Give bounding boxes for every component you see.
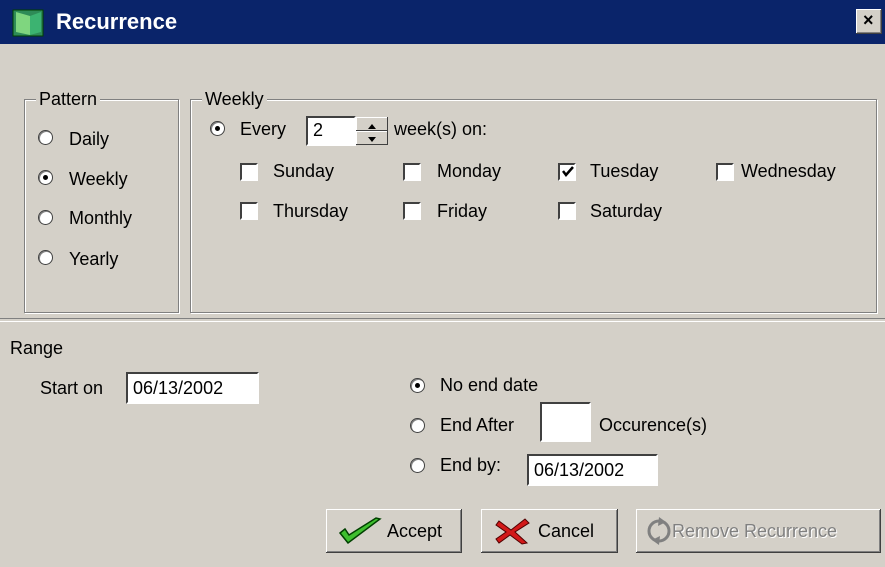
close-icon: × — [863, 10, 874, 30]
saturday-checkbox[interactable] — [558, 202, 576, 220]
pattern-monthly-radio[interactable] — [38, 210, 53, 225]
no-end-date-label[interactable]: No end date — [440, 374, 538, 396]
pattern-yearly-radio[interactable] — [38, 250, 53, 265]
window-title: Recurrence — [56, 9, 178, 34]
accept-button[interactable]: Accept — [326, 509, 462, 553]
cancel-label: Cancel — [538, 521, 595, 541]
wednesday-checkbox[interactable] — [716, 163, 734, 181]
every-weeks-input[interactable]: 2 — [306, 116, 356, 146]
end-by-radio[interactable] — [410, 458, 425, 473]
start-on-label: Start on — [40, 378, 104, 398]
arrow-down-icon — [368, 137, 376, 142]
pattern-legend: Pattern — [36, 89, 101, 109]
x-cancel-icon — [495, 518, 530, 545]
start-date-input[interactable]: 06/13/2002 — [126, 372, 259, 404]
no-end-date-radio[interactable] — [410, 378, 425, 393]
pattern-daily-label[interactable]: Daily — [69, 128, 109, 150]
end-by-date-input[interactable]: 06/13/2002 — [527, 454, 658, 486]
pattern-yearly-label[interactable]: Yearly — [69, 248, 118, 270]
recurrence-icon — [647, 517, 671, 545]
end-by-label[interactable]: End by: — [440, 454, 501, 476]
pattern-weekly-label[interactable]: Weekly — [69, 168, 128, 190]
tuesday-checkbox[interactable] — [558, 163, 576, 181]
title-bar: Recurrence × — [0, 0, 885, 44]
cancel-button[interactable]: Cancel — [481, 509, 618, 553]
thursday-label[interactable]: Thursday — [273, 200, 348, 222]
accept-label: Accept — [387, 521, 443, 541]
spin-up-button[interactable] — [356, 117, 388, 131]
spin-down-button[interactable] — [356, 131, 388, 145]
end-after-radio[interactable] — [410, 418, 425, 433]
sunday-label[interactable]: Sunday — [273, 160, 334, 182]
monday-checkbox[interactable] — [403, 163, 421, 181]
check-icon — [562, 166, 574, 177]
remove-recurrence-label: Remove Recurrence — [672, 521, 838, 541]
friday-label[interactable]: Friday — [437, 200, 487, 222]
section-divider — [0, 318, 885, 322]
pattern-weekly-radio[interactable] — [38, 170, 53, 185]
occurrences-label: Occurence(s) — [599, 415, 708, 435]
monday-label[interactable]: Monday — [437, 160, 501, 182]
wednesday-label[interactable]: Wednesday — [741, 160, 836, 182]
pattern-daily-radio[interactable] — [38, 130, 53, 145]
weeks-spinner[interactable] — [356, 116, 388, 146]
saturday-label[interactable]: Saturday — [590, 200, 662, 222]
checkmark-icon — [338, 517, 382, 545]
range-title: Range — [10, 338, 64, 358]
weeks-on-label: week(s) on: — [394, 119, 488, 139]
pattern-monthly-label[interactable]: Monthly — [69, 207, 132, 229]
sunday-checkbox[interactable] — [240, 163, 258, 181]
weekly-legend: Weekly — [202, 89, 267, 109]
tuesday-label[interactable]: Tuesday — [590, 160, 658, 182]
occurrences-input[interactable] — [540, 402, 591, 442]
friday-checkbox[interactable] — [403, 202, 421, 220]
remove-recurrence-button[interactable]: Remove Recurrence — [636, 509, 881, 553]
book-icon — [12, 9, 44, 37]
every-label[interactable]: Every — [240, 118, 286, 140]
end-after-label[interactable]: End After — [440, 414, 514, 436]
close-button[interactable]: × — [856, 9, 882, 34]
every-radio[interactable] — [210, 121, 225, 136]
thursday-checkbox[interactable] — [240, 202, 258, 220]
